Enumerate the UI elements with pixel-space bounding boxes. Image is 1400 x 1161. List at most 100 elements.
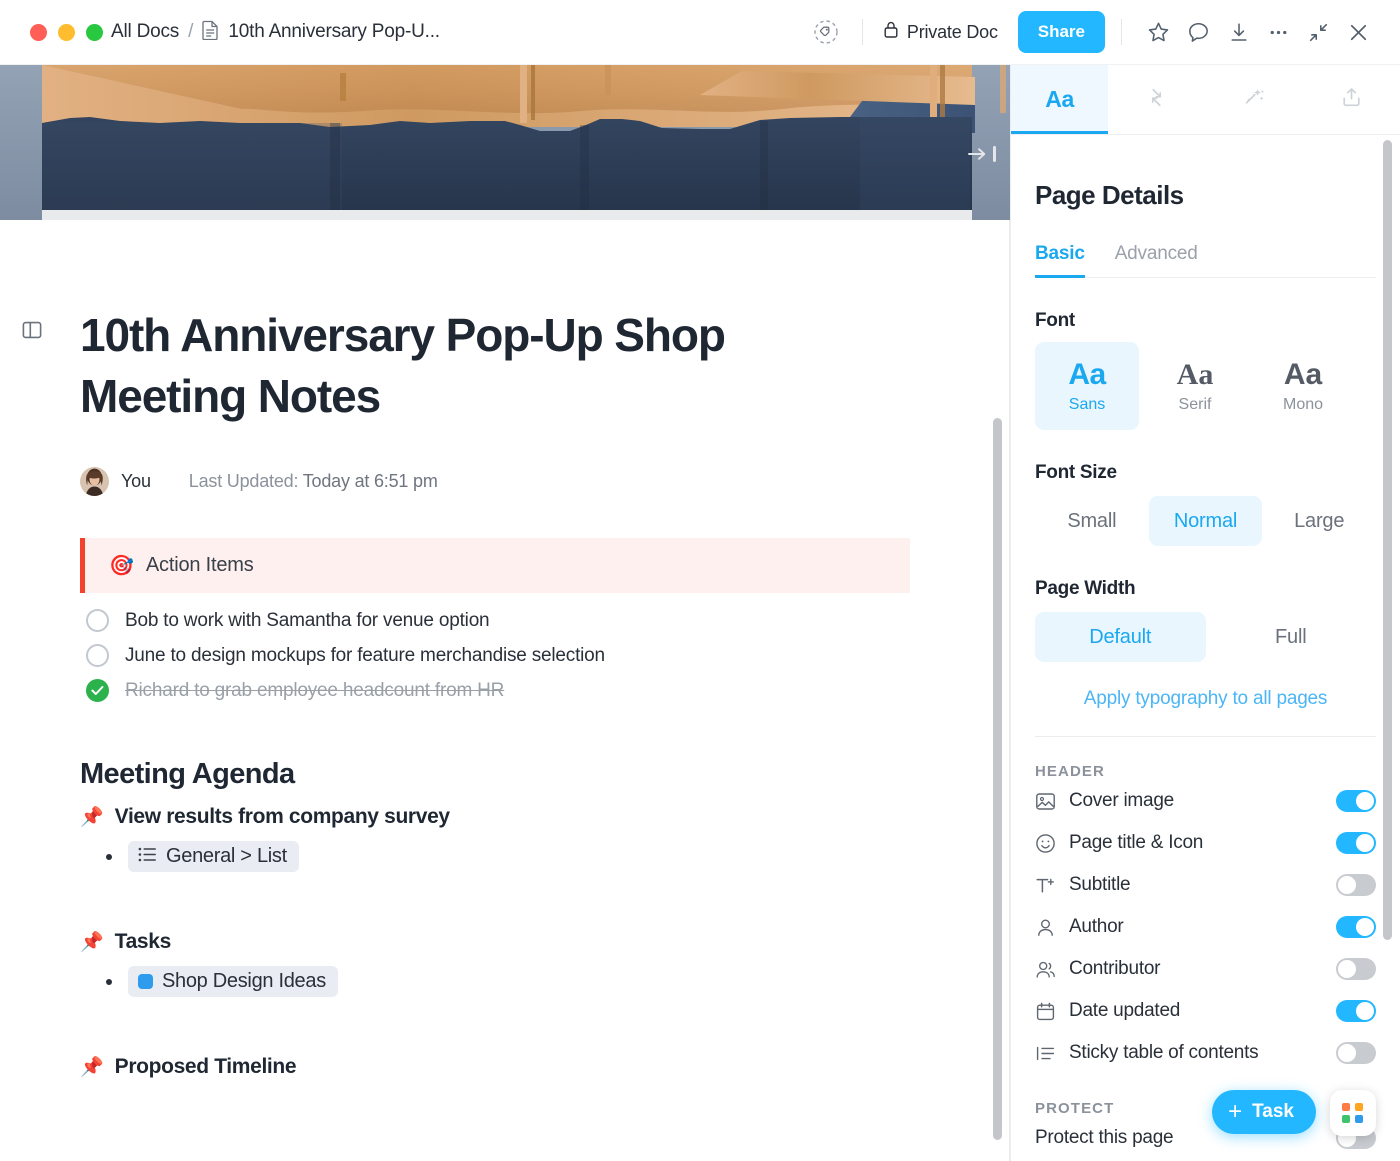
font-size-normal[interactable]: Normal [1149, 496, 1263, 546]
toggle-switch[interactable] [1336, 1042, 1376, 1064]
tags-button[interactable] [806, 12, 846, 52]
grid-dot-blue [1355, 1115, 1363, 1123]
apps-grid-button[interactable] [1330, 1090, 1376, 1136]
toggle-row-page-title-icon[interactable]: Page title & Icon [1035, 822, 1376, 864]
toggle-label: Contributor [1069, 958, 1336, 980]
text-add-icon [1035, 875, 1069, 896]
toggle-switch[interactable] [1336, 832, 1376, 854]
minimize-window-button[interactable] [58, 24, 75, 41]
magic-wand-icon [1241, 84, 1267, 115]
list-item[interactable]: June to design mockups for feature merch… [80, 644, 930, 667]
share-button[interactable]: Share [1018, 11, 1105, 53]
protect-group-label: PROTECT [1035, 1100, 1376, 1117]
toggle-row-subtitle[interactable]: Subtitle [1035, 864, 1376, 906]
font-size-small[interactable]: Small [1035, 496, 1149, 546]
favorite-star-icon[interactable] [1138, 12, 1178, 52]
document-scrollbar[interactable] [993, 418, 1002, 1140]
toggle-label: Author [1069, 916, 1336, 938]
toggle-row-protect-page[interactable]: Protect this page [1035, 1117, 1376, 1159]
close-window-button[interactable] [30, 24, 47, 41]
grid-dot-yellow [1355, 1103, 1363, 1111]
pushpin-icon: 📌 [80, 933, 104, 952]
font-sample: Aa [1068, 358, 1105, 392]
document-canvas: 10th Anniversary Pop-Up Shop Meeting Not… [0, 220, 1010, 1161]
breadcrumb-doc-title: 10th Anniversary Pop-U... [228, 21, 440, 43]
toggle-switch[interactable] [1336, 790, 1376, 812]
breadcrumb-separator: / [188, 21, 193, 43]
font-option-sans[interactable]: Aa Sans [1035, 342, 1139, 430]
action-items-callout[interactable]: 🎯 Action Items [80, 538, 910, 593]
document-icon [202, 20, 219, 45]
agenda-item[interactable]: 📌 View results from company survey [80, 805, 930, 829]
panel-tab-label: Aa [1045, 86, 1074, 113]
subtab-basic[interactable]: Basic [1035, 243, 1085, 277]
font-option-mono[interactable]: Aa Mono [1251, 342, 1355, 430]
add-task-button[interactable]: + Task [1212, 1090, 1316, 1134]
toggle-row-cover-image[interactable]: Cover image [1035, 780, 1376, 822]
callout-label: Action Items [146, 554, 254, 577]
cover-image[interactable] [0, 65, 1010, 220]
close-icon[interactable] [1338, 12, 1378, 52]
lock-icon [883, 20, 899, 44]
tab-upload[interactable] [1303, 65, 1400, 134]
list-item[interactable]: Richard to grab employee headcount from … [80, 679, 930, 702]
toggle-switch[interactable] [1336, 916, 1376, 938]
font-size-large[interactable]: Large [1262, 496, 1376, 546]
tab-ai-magic[interactable] [1206, 65, 1303, 134]
pushpin-icon: 📌 [80, 1058, 104, 1077]
page-width-full[interactable]: Full [1206, 612, 1377, 662]
grid-dot-orange [1342, 1103, 1350, 1111]
toggle-row-date-updated[interactable]: Date updated [1035, 990, 1376, 1032]
avatar[interactable] [80, 467, 109, 496]
todo-list: Bob to work with Samantha for venue opti… [80, 609, 930, 702]
todo-checkbox[interactable] [86, 644, 109, 667]
maximize-window-button[interactable] [86, 24, 103, 41]
bullet-dot [106, 854, 112, 860]
download-icon[interactable] [1218, 12, 1258, 52]
font-size-options: Small Normal Large [1035, 496, 1376, 546]
font-options: Aa Sans Aa Serif Aa Mono [1035, 342, 1376, 430]
square-icon [138, 974, 153, 989]
subtab-advanced[interactable]: Advanced [1115, 243, 1198, 277]
toggle-switch[interactable] [1336, 1000, 1376, 1022]
plus-icon: + [1228, 1100, 1242, 1124]
toggle-row-sticky-toc[interactable]: Sticky table of contents [1035, 1032, 1376, 1074]
breadcrumb-current-doc[interactable]: 10th Anniversary Pop-U... [202, 20, 440, 45]
todo-checkbox-checked[interactable] [86, 679, 109, 702]
agenda-subitem: General > List [80, 841, 930, 872]
panel-scrollbar[interactable] [1383, 140, 1392, 940]
font-option-label: Serif [1179, 396, 1212, 414]
agenda-item[interactable]: 📌 Proposed Timeline [80, 1055, 930, 1079]
toggle-row-contributor[interactable]: Contributor [1035, 948, 1376, 990]
font-option-serif[interactable]: Aa Serif [1143, 342, 1247, 430]
collapse-icon[interactable] [1298, 12, 1338, 52]
tab-typography[interactable]: Aa [1011, 65, 1108, 134]
font-sample: Aa [1177, 358, 1214, 392]
page-width-options: Default Full [1035, 612, 1376, 662]
title-bar: All Docs / 10th Anniversary Pop-U... [0, 0, 1400, 65]
tab-relationships[interactable] [1108, 65, 1205, 134]
sidebar-toggle-icon[interactable] [22, 320, 42, 345]
apply-typography-link[interactable]: Apply typography to all pages [1035, 688, 1376, 710]
more-options-icon[interactable] [1258, 12, 1298, 52]
todo-label: June to design mockups for feature merch… [125, 645, 605, 667]
font-section-label: Font [1035, 310, 1376, 332]
privacy-button[interactable]: Private Doc [879, 20, 1002, 44]
shop-design-ideas-chip[interactable]: Shop Design Ideas [128, 966, 338, 997]
todo-checkbox[interactable] [86, 609, 109, 632]
todo-label: Bob to work with Samantha for venue opti… [125, 610, 489, 632]
comment-icon[interactable] [1178, 12, 1218, 52]
page-width-section-label: Page Width [1035, 578, 1376, 600]
toggle-switch[interactable] [1336, 874, 1376, 896]
general-list-chip[interactable]: General > List [128, 841, 299, 872]
breadcrumb-all-docs[interactable]: All Docs [111, 21, 179, 43]
list-item[interactable]: Bob to work with Samantha for venue opti… [80, 609, 930, 632]
toggle-switch[interactable] [1336, 958, 1376, 980]
collapse-panel-arrow-icon[interactable] [967, 145, 996, 163]
meeting-agenda-heading[interactable]: Meeting Agenda [80, 758, 930, 791]
agenda-item[interactable]: 📌 Tasks [80, 930, 930, 954]
font-size-section-label: Font Size [1035, 462, 1376, 484]
toggle-row-author[interactable]: Author [1035, 906, 1376, 948]
page-title[interactable]: 10th Anniversary Pop-Up Shop Meeting Not… [80, 305, 880, 427]
page-width-default[interactable]: Default [1035, 612, 1206, 662]
